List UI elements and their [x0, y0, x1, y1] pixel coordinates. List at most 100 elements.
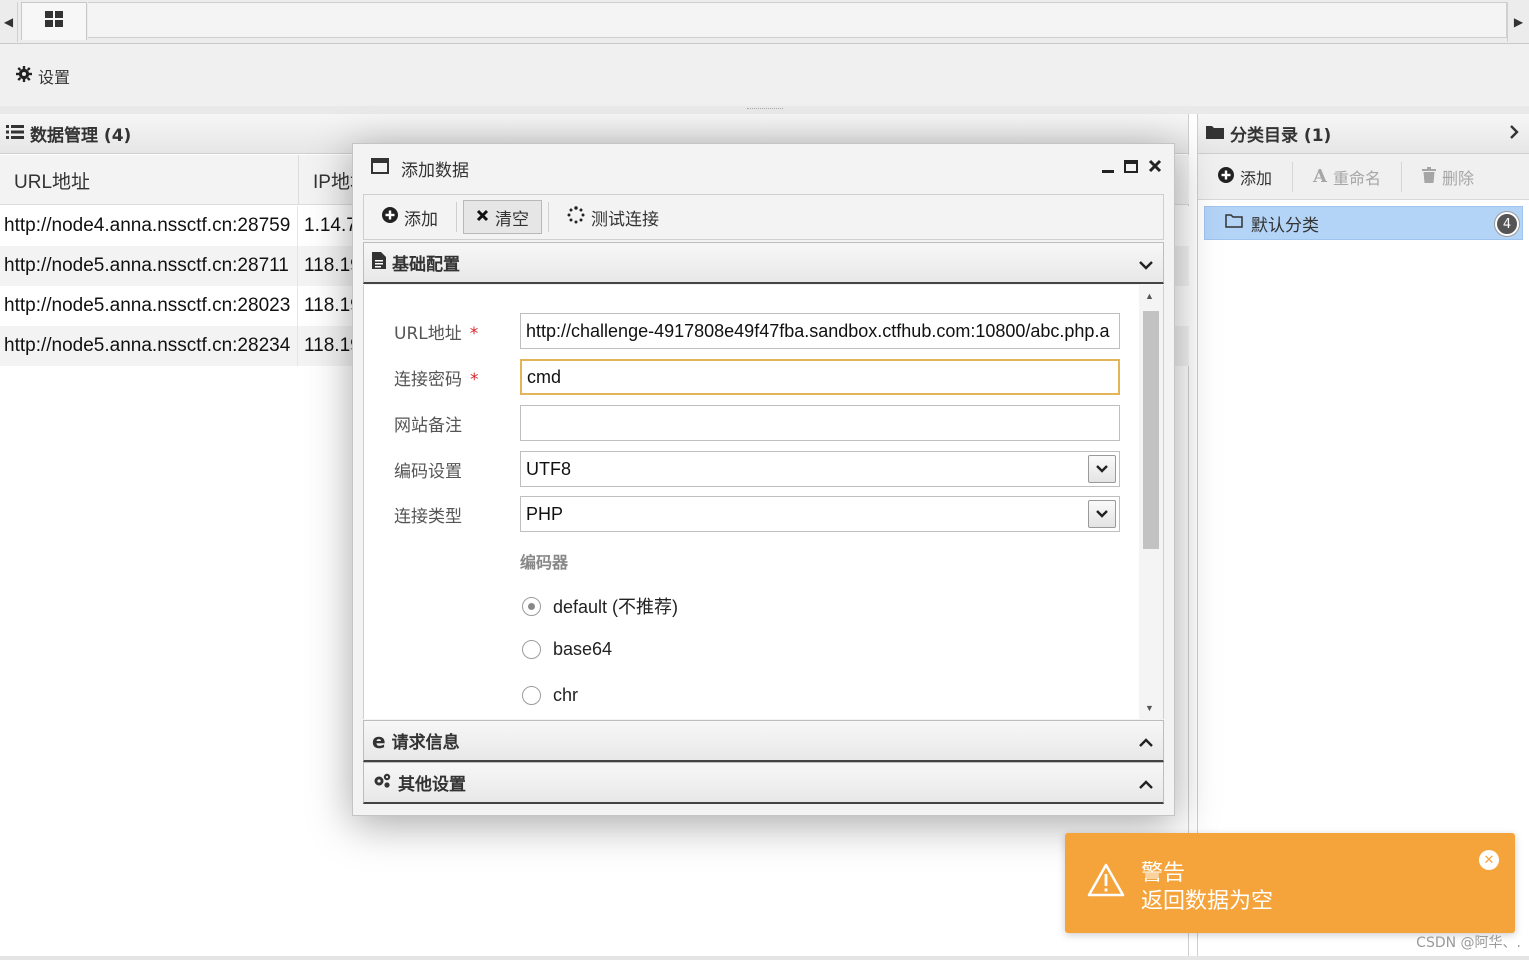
chevron-up-icon [1139, 733, 1153, 753]
encoder-title: 编码器 [520, 553, 569, 572]
note-input[interactable] [520, 405, 1120, 441]
encoder-option-chr[interactable]: chr [522, 685, 578, 706]
tab-bar: ◀ ▶ [0, 0, 1529, 44]
window-controls [1102, 158, 1162, 178]
scroll-down-icon[interactable]: ▼ [1145, 703, 1154, 713]
encoder-option-label: base64 [553, 639, 613, 659]
encoder-option-label: default (不推荐) [553, 597, 679, 617]
settings-label: 设置 [38, 68, 71, 87]
add-category-button[interactable]: 添加 [1198, 161, 1294, 192]
category-item-label: 默认分类 [1251, 215, 1319, 236]
folder-icon [1206, 124, 1224, 144]
add-category-label: 添加 [1240, 168, 1273, 188]
clear-button[interactable]: 清空 [463, 200, 542, 234]
section-basic-title: 基础配置 [392, 255, 460, 275]
section-other-title: 其他设置 [398, 775, 466, 795]
add-label: 添加 [404, 209, 438, 230]
minimize-icon[interactable] [1102, 158, 1114, 178]
radio-button[interactable] [522, 686, 541, 705]
url-input[interactable]: http://challenge-4917808e49f47fba.sandbo… [520, 313, 1120, 349]
tab-scroll-right-button[interactable]: ▶ [1507, 2, 1529, 42]
basic-config-form: URL地址 * http://challenge-4917808e49f47fba… [363, 285, 1164, 719]
trash-icon [1422, 166, 1436, 187]
chevron-down-icon[interactable] [1088, 455, 1116, 483]
rename-category-label: 重命名 [1332, 168, 1381, 188]
grid-icon [45, 11, 63, 32]
url-label: URL地址 * [394, 324, 479, 344]
test-connection-label: 测试连接 [591, 209, 659, 230]
chevron-up-icon [1139, 775, 1153, 795]
encoding-value: UTF8 [526, 458, 571, 479]
section-request-title: 请求信息 [391, 733, 460, 753]
add-button[interactable]: 添加 [370, 200, 450, 234]
window-icon [371, 157, 389, 179]
type-label: 连接类型 [394, 507, 462, 527]
encoder-option-label: chr [553, 685, 579, 705]
cell-url: http://node4.anna.nssctf.cn:28759 [0, 206, 298, 246]
panel-splitter[interactable] [0, 106, 1529, 114]
dialog-titlebar[interactable]: 添加数据 [353, 144, 1174, 192]
close-icon[interactable]: ✕ [1479, 850, 1499, 870]
test-connection-button[interactable]: 测试连接 [555, 200, 671, 234]
close-icon[interactable] [1148, 158, 1162, 178]
tab-home[interactable] [21, 2, 87, 40]
list-icon [6, 124, 24, 144]
warning-icon [1087, 863, 1125, 902]
gears-icon [372, 772, 392, 793]
category-item-default[interactable]: 默认分类 4 [1204, 206, 1523, 240]
password-input[interactable]: cmd [520, 359, 1120, 395]
plus-circle-icon [1218, 166, 1234, 187]
section-other-settings[interactable]: 其他设置 [363, 762, 1164, 804]
toolbar-divider [548, 202, 549, 232]
settings-button[interactable]: 设置 [16, 64, 70, 88]
gear-icon [16, 66, 32, 86]
toolbar-divider [456, 202, 457, 232]
main-toolbar: 设置 [0, 44, 1529, 106]
password-label: 连接密码 * [394, 370, 479, 390]
chevron-down-icon [1139, 255, 1153, 275]
rename-category-button[interactable]: A 重命名 [1293, 161, 1402, 192]
url-row: URL地址 * http://challenge-4917808e49f47fba… [364, 313, 1140, 351]
form-scrollbar[interactable]: ▲ ▼ [1139, 285, 1163, 719]
column-header-url[interactable]: URL地址 [0, 155, 299, 205]
dialog-toolbar: 添加 清空 测试连接 [363, 194, 1164, 240]
data-panel-title: 数据管理 (4) [30, 126, 132, 146]
encoding-row: 编码设置 UTF8 [364, 451, 1140, 489]
category-panel-header: 分类目录 (1) [1198, 114, 1529, 154]
cell-url: http://node5.anna.nssctf.cn:28023 [0, 286, 298, 326]
tab-strip [88, 2, 1507, 38]
radio-button[interactable] [522, 640, 541, 659]
bottom-border [0, 956, 1529, 960]
add-data-dialog: 添加数据 添加 清空 测试连接 基础配置 URL地址 * http://chal… [352, 143, 1175, 816]
folder-open-icon [1225, 213, 1243, 233]
watermark: CSDN @阿华、. [1416, 935, 1521, 951]
scroll-up-icon[interactable]: ▲ [1145, 291, 1154, 301]
count-badge: 4 [1495, 212, 1519, 236]
cell-url: http://node5.anna.nssctf.cn:28234 [0, 326, 298, 366]
delete-category-button[interactable]: 删除 [1402, 162, 1494, 192]
encoder-option-base64[interactable]: base64 [522, 639, 612, 660]
radio-button[interactable] [522, 596, 541, 616]
tab-scroll-left-button[interactable]: ◀ [0, 2, 18, 42]
category-toolbar: 添加 A 重命名 删除 [1198, 154, 1529, 200]
spinner-icon [567, 205, 585, 229]
encoder-option-default[interactable]: default (不推荐) [522, 593, 678, 619]
type-select[interactable]: PHP [520, 496, 1120, 532]
type-row: 连接类型 PHP [364, 496, 1140, 534]
dialog-title: 添加数据 [401, 160, 469, 181]
encoding-select[interactable]: UTF8 [520, 451, 1120, 487]
plus-circle-icon [382, 206, 398, 228]
chevron-down-icon[interactable] [1088, 500, 1116, 528]
chevron-right-icon[interactable] [1509, 124, 1519, 143]
section-request-info[interactable]: e 请求信息 [363, 720, 1164, 762]
file-text-icon [372, 251, 386, 274]
scrollbar-thumb[interactable] [1143, 311, 1159, 549]
delete-category-label: 删除 [1442, 168, 1475, 188]
section-basic-config[interactable]: 基础配置 [363, 242, 1164, 284]
warning-toast: 警告 返回数据为空 ✕ [1065, 833, 1515, 933]
maximize-icon[interactable] [1124, 158, 1138, 178]
password-row: 连接密码 * cmd [364, 359, 1140, 397]
font-icon: A [1313, 166, 1327, 187]
note-row: 网站备注 [364, 405, 1140, 443]
cell-url: http://node5.anna.nssctf.cn:28711 [0, 246, 298, 286]
